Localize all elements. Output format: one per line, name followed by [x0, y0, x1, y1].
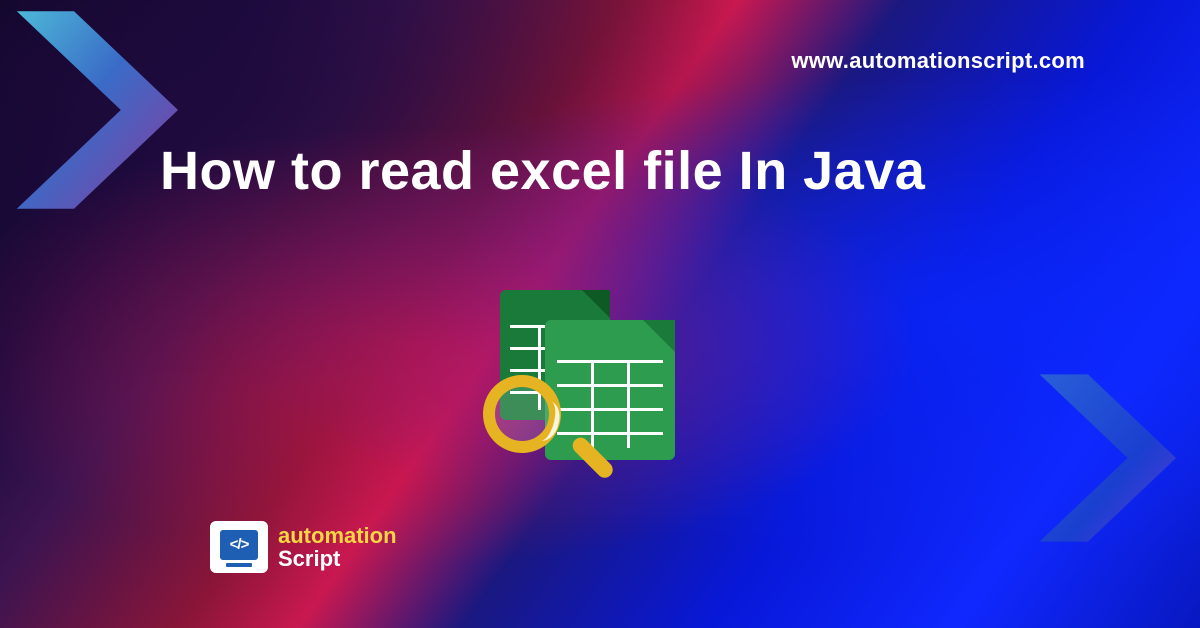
- code-brackets-icon: </>: [220, 530, 258, 560]
- brand-logo: </> automation Script: [210, 521, 397, 573]
- brand-logo-mark: </>: [210, 521, 268, 573]
- brand-name-line2: Script: [278, 547, 397, 570]
- brand-name-line1: automation: [278, 524, 397, 547]
- brand-logo-text: automation Script: [278, 524, 397, 570]
- magnifier-icon: [475, 375, 595, 495]
- chevron-decoration-right: [1000, 348, 1200, 568]
- chevron-right-icon: [0, 0, 230, 240]
- website-url: www.automationscript.com: [791, 48, 1085, 74]
- chevron-decoration-left: [0, 0, 230, 240]
- chevron-right-icon: [1000, 348, 1200, 568]
- spreadsheet-search-icon: [490, 290, 690, 470]
- page-title: How to read excel file In Java: [160, 140, 925, 202]
